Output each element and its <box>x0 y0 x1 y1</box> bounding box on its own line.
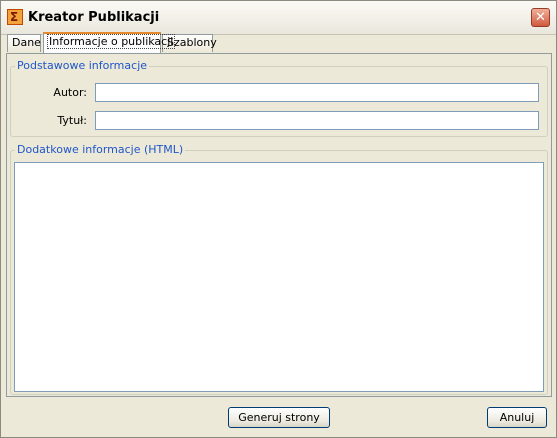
title-bar[interactable]: Σ Kreator Publikacji ✕ <box>1 1 556 35</box>
author-label: Autor: <box>53 86 87 99</box>
extra-info-legend: Dodatkowe informacje (HTML) <box>15 143 186 156</box>
close-button[interactable]: ✕ <box>531 8 550 27</box>
title-label: Tytuł: <box>57 114 87 127</box>
generate-pages-button[interactable]: Generuj strony <box>228 407 330 428</box>
tab-label: Informacje o publikacji <box>46 34 176 49</box>
window-title: Kreator Publikacji <box>28 10 160 25</box>
app-window: Σ Kreator Publikacji ✕ Dane Informacje o… <box>0 0 557 438</box>
cancel-button[interactable]: Anuluj <box>487 407 547 428</box>
basic-info-group: Podstawowe informacje Autor: Tytuł: <box>10 59 548 137</box>
title-input[interactable] <box>95 111 539 130</box>
tab-label: Szablony <box>167 36 217 49</box>
app-icon: Σ <box>7 9 23 25</box>
tab-informacje-o-publikacji[interactable]: Informacje o publikacji <box>43 32 176 53</box>
tab-dane[interactable]: Dane <box>7 34 41 52</box>
basic-info-legend: Podstawowe informacje <box>15 59 150 72</box>
tab-label: Dane <box>12 36 41 49</box>
extra-info-group: Dodatkowe informacje (HTML) <box>10 143 548 395</box>
html-textarea[interactable] <box>14 162 544 392</box>
author-input[interactable] <box>95 83 539 102</box>
tab-panel: Podstawowe informacje Autor: Tytuł: Doda… <box>6 53 552 397</box>
